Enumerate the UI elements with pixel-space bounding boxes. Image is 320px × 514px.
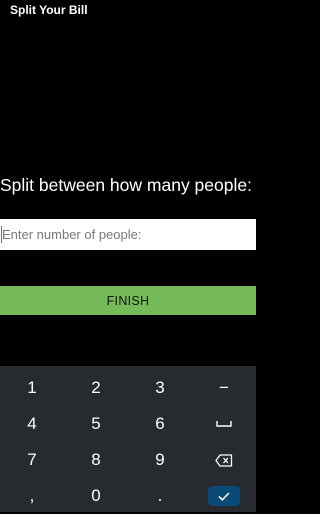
finish-button[interactable]: FINISH [0, 286, 256, 315]
key-3[interactable]: 3 [128, 370, 192, 406]
checkmark-icon [218, 491, 230, 501]
numeric-keyboard: 1 2 3 − 4 5 6 7 8 9 , 0 . [0, 366, 256, 512]
key-comma[interactable]: , [0, 478, 64, 514]
key-period[interactable]: . [128, 478, 192, 514]
app-title: Split Your Bill [10, 3, 88, 17]
key-backspace[interactable] [192, 442, 256, 478]
space-icon [216, 420, 232, 428]
key-2[interactable]: 2 [64, 370, 128, 406]
key-1[interactable]: 1 [0, 370, 64, 406]
text-caret [1, 226, 2, 243]
key-8[interactable]: 8 [64, 442, 128, 478]
key-4[interactable]: 4 [0, 406, 64, 442]
key-9[interactable]: 9 [128, 442, 192, 478]
people-count-input[interactable] [0, 219, 256, 250]
key-minus[interactable]: − [192, 370, 256, 406]
key-7[interactable]: 7 [0, 442, 64, 478]
done-key-background [208, 486, 240, 506]
backspace-icon [215, 453, 233, 467]
key-6[interactable]: 6 [128, 406, 192, 442]
key-done[interactable] [192, 478, 256, 514]
key-0[interactable]: 0 [64, 478, 128, 514]
key-space[interactable] [192, 406, 256, 442]
key-5[interactable]: 5 [64, 406, 128, 442]
people-prompt: Split between how many people: [0, 175, 252, 195]
